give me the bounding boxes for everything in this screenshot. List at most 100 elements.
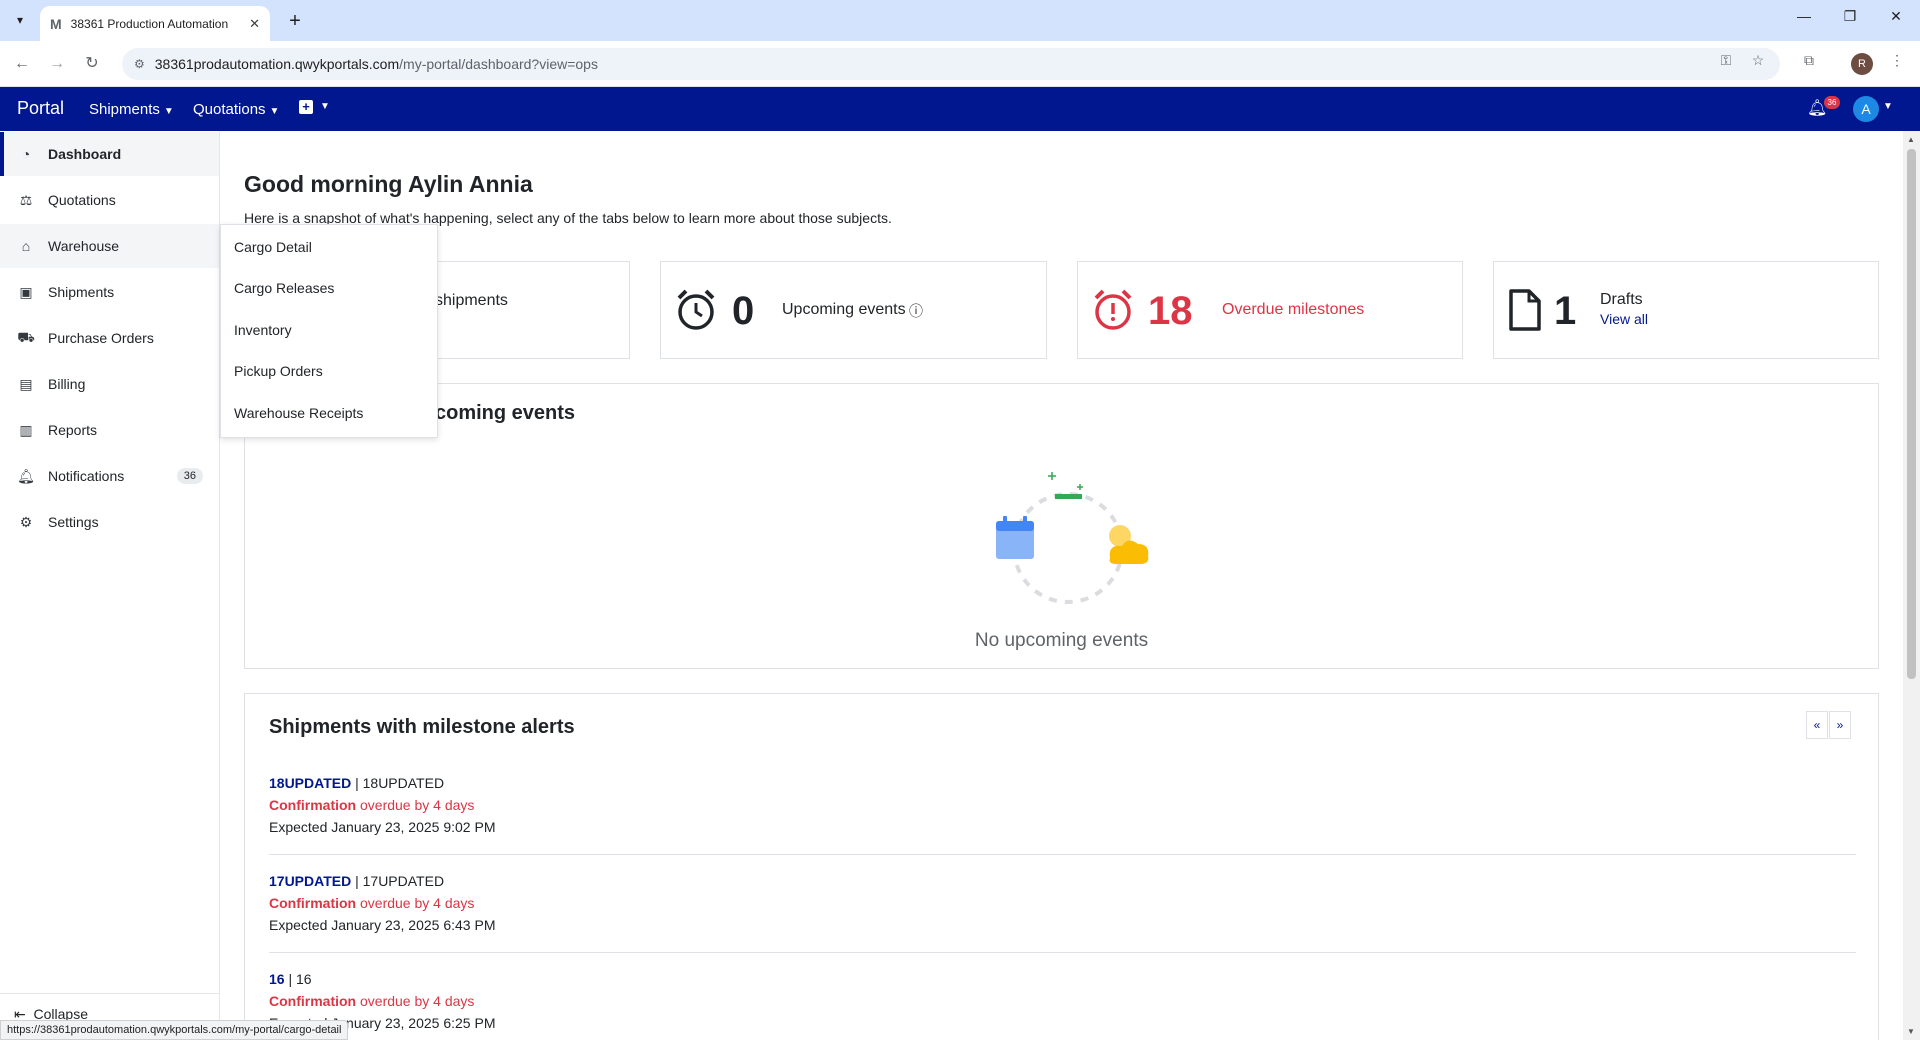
bell-icon: 🔔︎: [17, 467, 35, 484]
sidebar-item-label: Dashboard: [48, 146, 122, 162]
milestone-name: Confirmation: [269, 895, 357, 911]
minimize-icon[interactable]: —: [1792, 8, 1816, 24]
shipment-ref-secondary: 17UPDATED: [362, 873, 445, 889]
overdue-milestones-count: 18: [1148, 289, 1193, 333]
dashboard-icon: ◔: [21, 146, 31, 162]
page-title: Good morning Aylin Annia: [244, 171, 533, 197]
submenu-item-warehouse-receipts[interactable]: Warehouse Receipts: [234, 405, 363, 421]
milestone-status-line: Confirmation overdue by 4 days: [269, 990, 1856, 1012]
sidebar-item-settings[interactable]: ⚙ Settings: [0, 500, 219, 544]
document-icon: [1509, 289, 1541, 331]
new-tab-icon[interactable]: +: [282, 8, 308, 34]
sidebar-item-notifications[interactable]: 🔔︎ Notifications 36: [0, 454, 219, 498]
milestone-alerts-panel: Shipments with milestone alerts « » 18UP…: [244, 693, 1879, 1040]
reload-icon[interactable]: ↻: [80, 52, 104, 76]
address-bar[interactable]: ⚙ 38361prodautomation.qwykportals.com/my…: [122, 48, 1780, 80]
shipment-ref-link[interactable]: 16: [269, 971, 285, 987]
panel-title: Shipments with milestone alerts: [269, 716, 575, 738]
user-avatar[interactable]: A: [1853, 96, 1879, 122]
extensions-icon[interactable]: ⧉: [1798, 52, 1820, 69]
pager-prev-button[interactable]: «: [1806, 711, 1828, 739]
milestone-ref-line: 17UPDATED | 17UPDATED: [269, 873, 445, 889]
warehouse-submenu: Cargo Detail Cargo Releases Inventory Pi…: [220, 224, 438, 438]
submenu-item-inventory[interactable]: Inventory: [234, 322, 292, 338]
milestone-row[interactable]: 18UPDATED | 18UPDATED Confirmation overd…: [269, 772, 1856, 838]
chevron-down-icon: ▼: [163, 106, 174, 117]
sidebar-item-label: Reports: [48, 422, 98, 438]
overdue-milestones-card[interactable]: 18 Overdue milestones: [1077, 261, 1463, 359]
shipment-ref-secondary: 16: [296, 971, 312, 987]
shipments-icon: ▣: [19, 283, 33, 300]
shipment-ref-link[interactable]: 18UPDATED: [269, 775, 351, 791]
milestone-status: overdue by 4 days: [360, 797, 475, 813]
browser-menu-icon[interactable]: ⋮: [1886, 52, 1908, 69]
window-close-icon[interactable]: ✕: [1884, 8, 1908, 25]
page-scrollbar[interactable]: ▲ ▼: [1903, 131, 1920, 1040]
link-status-url: https://38361prodautomation.qwykportals.…: [0, 1020, 349, 1040]
cart-icon: ⛟: [17, 328, 35, 345]
browser-tab-bar: ▾ M 38361 Production Automation ✕ + — ❐ …: [0, 0, 1920, 41]
sidebar-item-quotations[interactable]: ⚖ Quotations: [0, 178, 219, 222]
tab-search-chevron-icon[interactable]: ▾: [8, 8, 32, 32]
view-all-drafts-link[interactable]: View all: [1600, 311, 1648, 327]
nav-quotations[interactable]: Quotations ▼: [193, 101, 279, 118]
shipment-ref-link[interactable]: 17UPDATED: [269, 873, 351, 889]
scroll-down-icon[interactable]: ▼: [1907, 1027, 1915, 1036]
chevron-down-icon[interactable]: ▼: [1883, 101, 1893, 112]
nav-quotations-label: Quotations: [193, 101, 266, 118]
bookmark-star-icon[interactable]: ☆: [1747, 52, 1769, 69]
tab-favicon-icon: M: [50, 15, 62, 32]
submenu-item-pickup-orders[interactable]: Pickup Orders: [234, 363, 323, 379]
milestone-ref-line: 16 | 16: [269, 971, 312, 987]
milestone-name: Confirmation: [269, 797, 357, 813]
sidebar-item-purchase-orders[interactable]: ⛟ Purchase Orders: [0, 316, 219, 360]
password-key-icon[interactable]: ⚿: [1715, 52, 1737, 69]
card-label: Overdue milestones: [1222, 301, 1365, 318]
restore-icon[interactable]: ❐: [1838, 8, 1862, 25]
scrollbar-thumb[interactable]: [1907, 149, 1916, 679]
url-host: 38361prodautomation.qwykportals.com: [154, 56, 400, 72]
sidebar-item-dashboard[interactable]: ◔ Dashboard: [0, 132, 219, 176]
sidebar-item-label: Notifications: [48, 468, 125, 484]
milestone-row[interactable]: 16 | 16 Confirmation overdue by 4 days E…: [269, 968, 1856, 1034]
sidebar-item-reports[interactable]: ▥ Reports: [0, 408, 219, 452]
tab-close-icon[interactable]: ✕: [249, 16, 260, 32]
info-icon[interactable]: ⓘ: [909, 301, 923, 321]
brand-logo[interactable]: Portal: [17, 98, 64, 119]
scroll-up-icon[interactable]: ▲: [1907, 135, 1915, 144]
milestone-status-line: Confirmation overdue by 4 days: [269, 892, 1856, 914]
chevron-down-icon[interactable]: ▼: [320, 101, 330, 112]
submenu-item-cargo-releases[interactable]: Cargo Releases: [234, 280, 334, 296]
sidebar-item-shipments[interactable]: ▣ Shipments: [0, 270, 219, 314]
nav-shipments[interactable]: Shipments ▼: [89, 101, 174, 118]
site-info-icon[interactable]: ⚙: [134, 57, 145, 71]
milestone-expected: Expected January 23, 2025 6:43 PM: [269, 917, 496, 933]
empty-events-text: No upcoming events: [974, 630, 1149, 651]
sidebar-item-label: Settings: [48, 514, 99, 530]
sidebar-item-warehouse[interactable]: ⌂ Warehouse: [0, 224, 219, 268]
milestone-row[interactable]: 17UPDATED | 17UPDATED Confirmation overd…: [269, 870, 1856, 936]
drafts-card[interactable]: 1 Drafts View all: [1493, 261, 1879, 359]
alarm-clock-icon: [677, 289, 715, 330]
card-label: shipments: [435, 292, 508, 309]
shipment-ref-secondary: 18UPDATED: [362, 775, 445, 791]
upcoming-events-card[interactable]: 0 Upcoming events ⓘ: [660, 261, 1047, 359]
profile-avatar[interactable]: R: [1851, 53, 1873, 75]
card-label: Upcoming events: [782, 301, 906, 318]
forward-icon[interactable]: →: [45, 52, 69, 76]
milestone-status-line: Confirmation overdue by 4 days: [269, 794, 1856, 816]
submenu-item-cargo-detail[interactable]: Cargo Detail: [234, 239, 312, 255]
pager-next-button[interactable]: »: [1829, 711, 1851, 739]
sidebar: ◔ Dashboard ⚖ Quotations ⌂ Warehouse ▣ S…: [0, 131, 220, 1040]
create-plus-icon[interactable]: +: [299, 100, 313, 114]
billing-icon: ▤: [19, 375, 33, 392]
app-header: Portal Shipments ▼ Quotations ▼ + ▼ 🔔︎ 36 …: [0, 87, 1920, 131]
card-label: Drafts: [1600, 291, 1643, 308]
back-icon[interactable]: ←: [10, 52, 34, 76]
sidebar-item-label: Warehouse: [48, 238, 120, 254]
alarm-alert-icon: [1094, 289, 1132, 330]
reports-icon: ▥: [19, 421, 33, 438]
browser-tab[interactable]: M 38361 Production Automation ✕: [40, 6, 270, 41]
sidebar-item-label: Billing: [48, 376, 86, 392]
sidebar-item-billing[interactable]: ▤ Billing: [0, 362, 219, 406]
